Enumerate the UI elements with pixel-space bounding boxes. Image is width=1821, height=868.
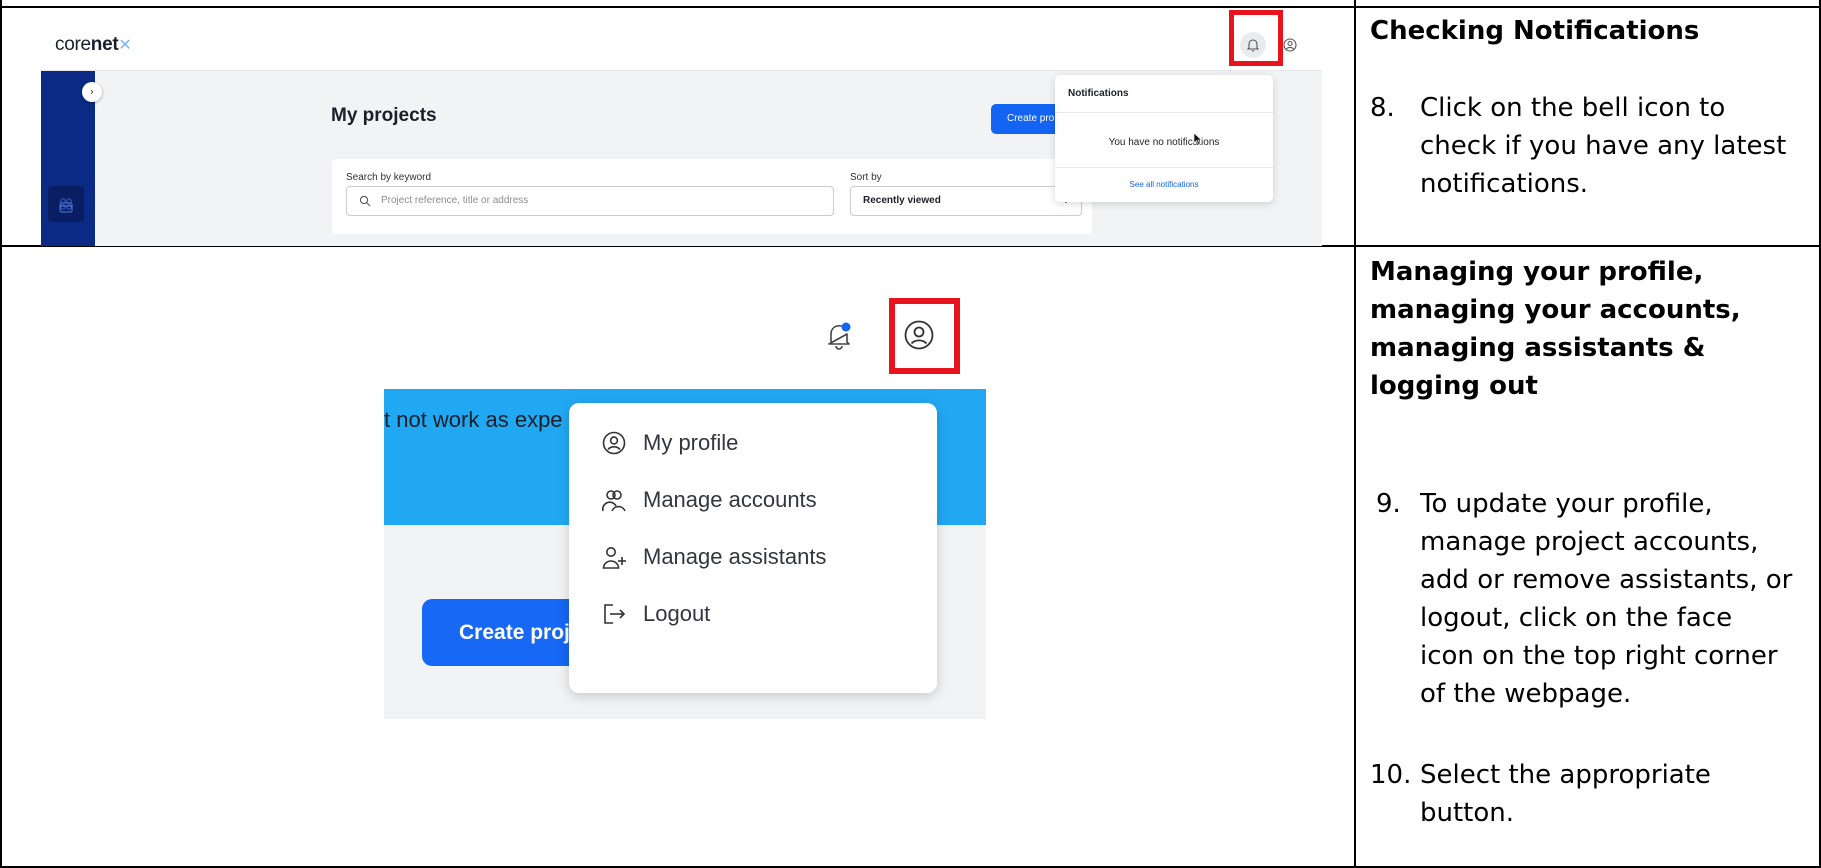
mouse-cursor-icon xyxy=(1193,132,1203,146)
sort-label: Sort by xyxy=(850,172,882,183)
divider xyxy=(1055,112,1273,113)
users-icon xyxy=(601,490,626,512)
card-icon xyxy=(59,202,73,213)
section-heading-notifications: Checking Notifications xyxy=(1370,16,1700,46)
logo-mark-icon: ✕ xyxy=(118,37,132,54)
step-line: manage project accounts, xyxy=(1420,527,1759,557)
search-input[interactable]: Project reference, title or address xyxy=(346,186,834,216)
divider xyxy=(1055,167,1273,168)
notifications-title: Notifications xyxy=(1068,88,1129,99)
step-line: add or remove assistants, or xyxy=(1420,565,1793,595)
search-card: Search by keyword Project reference, tit… xyxy=(332,159,1092,234)
heading-line: managing assistants & xyxy=(1370,333,1706,363)
menu-item-label: Logout xyxy=(643,601,711,626)
step-line: Click on the bell icon to xyxy=(1420,93,1726,123)
step-number: 8. xyxy=(1370,93,1395,123)
see-all-notifications-link[interactable]: See all notifications xyxy=(1055,180,1273,189)
top-bar: corenet✕ xyxy=(41,20,1322,71)
heading-line: Managing your profile, xyxy=(1370,257,1704,287)
chevron-right-icon: › xyxy=(89,85,95,98)
step-line: check if you have any latest xyxy=(1420,131,1787,161)
step-line: logout, click on the face xyxy=(1420,603,1733,633)
create-project-button[interactable]: Create proj xyxy=(422,599,582,666)
sort-select[interactable]: Recently viewed xyxy=(850,186,1082,216)
notifications-dropdown: Notifications You have no notifications … xyxy=(1055,75,1273,202)
notifications-screenshot: corenet✕ › My projects Create pro Search… xyxy=(41,20,1322,246)
bell-icon[interactable] xyxy=(824,318,854,352)
menu-item-label: Manage assistants xyxy=(643,544,827,569)
bell-highlight-box xyxy=(1229,10,1283,66)
menu-item-logout[interactable]: Logout xyxy=(601,599,710,629)
step-line: To update your profile, xyxy=(1420,489,1713,519)
step-text: Click on the bell icon to check if you h… xyxy=(1420,89,1786,203)
step-line: notifications. xyxy=(1420,169,1589,199)
menu-item-manage-assistants[interactable]: Manage assistants xyxy=(601,542,826,572)
notifications-empty-message: You have no notifications xyxy=(1108,137,1220,148)
menu-item-my-profile[interactable]: My profile xyxy=(601,428,738,458)
corenet-logo[interactable]: corenet✕ xyxy=(55,34,132,56)
user-plus-icon xyxy=(602,547,626,569)
step-number: 9. xyxy=(1376,489,1401,519)
search-label: Search by keyword xyxy=(346,172,432,183)
menu-item-label: Manage accounts xyxy=(643,487,817,512)
heading-line: managing your accounts, xyxy=(1370,295,1741,325)
user-circle-icon xyxy=(602,431,626,455)
step-line: icon on the top right corner xyxy=(1420,641,1778,671)
menu-item-label: My profile xyxy=(643,430,739,455)
table-border-top xyxy=(0,6,1821,8)
menu-item-manage-accounts[interactable]: Manage accounts xyxy=(601,485,817,515)
profile-icon-highlight-box xyxy=(889,298,960,374)
search-placeholder: Project reference, title or address xyxy=(381,195,529,206)
notifications-instructions: Checking Notifications 8. Click on the b… xyxy=(1370,12,1810,232)
table-border-left xyxy=(0,0,2,868)
notification-dot xyxy=(841,322,851,332)
sort-value: Recently viewed xyxy=(863,195,941,206)
expand-sidebar-button[interactable]: › xyxy=(82,82,102,102)
step-text: Select the appropriate button. xyxy=(1420,756,1711,832)
heading-line: logging out xyxy=(1370,371,1538,401)
step-line: of the webpage. xyxy=(1420,679,1632,709)
step-text: To update your profile, manage project a… xyxy=(1420,485,1792,713)
logout-icon xyxy=(604,604,626,624)
search-icon xyxy=(359,195,371,207)
section-heading-profile: Managing your profile, managing your acc… xyxy=(1370,253,1815,405)
table-column-divider xyxy=(1354,0,1356,868)
page-title: My projects xyxy=(331,105,437,126)
step-line: Select the appropriate xyxy=(1420,760,1711,790)
profile-dropdown-menu: My profile Manage accounts Manage assist… xyxy=(569,403,937,693)
banner-text: t not work as expe xyxy=(384,407,563,432)
step-number: 10. xyxy=(1370,760,1412,790)
step-line: button. xyxy=(1420,798,1515,828)
profile-instructions: Managing your profile, managing your acc… xyxy=(1370,253,1815,853)
sidebar-item-billing[interactable] xyxy=(53,198,79,218)
